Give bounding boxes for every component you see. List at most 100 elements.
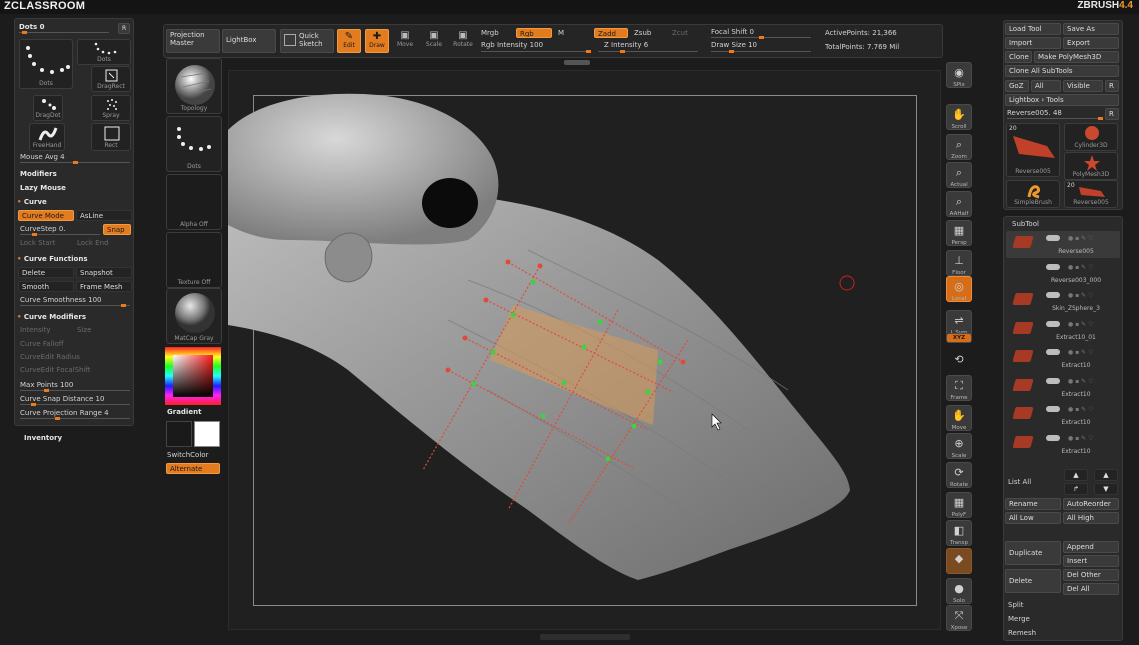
curve-smoothness-label[interactable]: Curve Smoothness 100 bbox=[20, 296, 102, 304]
curve-mode-button[interactable]: Curve Mode bbox=[18, 210, 74, 221]
mrgb-button[interactable]: Mrgb bbox=[481, 29, 499, 37]
stroke-spray[interactable]: Spray bbox=[91, 95, 131, 121]
bottom-handle[interactable] bbox=[540, 634, 630, 640]
view-tool-rotate-axis[interactable]: ⟲ bbox=[946, 350, 972, 366]
current-tool-slider[interactable] bbox=[1007, 117, 1104, 120]
view-tool-floor[interactable]: ⊥ Floor bbox=[946, 250, 972, 276]
view-tool-solo[interactable]: ● Solo bbox=[946, 578, 972, 604]
zcut-button[interactable]: Zcut bbox=[672, 29, 688, 37]
switchcolor-button[interactable]: SwitchColor bbox=[167, 451, 208, 459]
lock-end-button[interactable]: Lock End bbox=[77, 239, 109, 247]
view-tool-scale[interactable]: ⊕ Scale bbox=[946, 433, 972, 459]
tool-thumb-simplebrush[interactable]: SimpleBrush bbox=[1006, 180, 1060, 208]
rgb-button[interactable]: Rgb bbox=[516, 28, 552, 38]
lock-start-button[interactable]: Lock Start bbox=[20, 239, 55, 247]
view-tool-actual[interactable]: ⌕ Actual bbox=[946, 162, 972, 188]
curve-delete-button[interactable]: Delete bbox=[18, 267, 74, 278]
make-polymesh-button[interactable]: Make PolyMesh3D bbox=[1034, 51, 1119, 63]
view-tool-move[interactable]: ✋ Move bbox=[946, 405, 972, 431]
view-tool-spix[interactable]: ◉ SPix bbox=[946, 62, 972, 88]
split-section[interactable]: Split bbox=[1008, 601, 1024, 609]
dots-slider[interactable] bbox=[19, 31, 109, 34]
modifiers-section[interactable]: Modifiers bbox=[20, 170, 57, 178]
sculpt-viewport[interactable] bbox=[228, 70, 941, 630]
view-tool-scroll[interactable]: ✋ Scroll bbox=[946, 104, 972, 130]
lightbox-tools-button[interactable]: Lightbox › Tools bbox=[1005, 94, 1119, 106]
view-tool-persp[interactable]: ▦ Persp bbox=[946, 220, 972, 246]
draw-button[interactable]: ✚ Draw bbox=[365, 29, 389, 53]
rgb-intensity-slider[interactable] bbox=[481, 50, 591, 53]
merge-section[interactable]: Merge bbox=[1008, 615, 1030, 623]
subtool-row[interactable]: ● ▪ ✎ ♡ Extract10 bbox=[1006, 374, 1120, 401]
tool-thumb-polymesh3d[interactable]: PolyMesh3D bbox=[1064, 152, 1118, 180]
max-points-slider[interactable] bbox=[20, 389, 130, 392]
remesh-section[interactable]: Remesh bbox=[1008, 629, 1036, 637]
subtool-row[interactable]: ● ▪ ✎ ♡ Extract10_01 bbox=[1006, 317, 1120, 344]
subtool-delete-button[interactable]: Delete bbox=[1005, 569, 1061, 593]
curveedit-focalshift-label[interactable]: CurveEdit FocalShift bbox=[20, 366, 91, 374]
top-handle[interactable] bbox=[564, 60, 590, 65]
autoreorder-button[interactable]: AutoReorder bbox=[1063, 498, 1119, 510]
goz-button[interactable]: GoZ bbox=[1005, 80, 1029, 92]
tool-thumb-cylinder3d[interactable]: Cylinder3D bbox=[1064, 123, 1118, 151]
tool-r-button[interactable]: R bbox=[1105, 108, 1119, 120]
stroke-dots-arc[interactable]: Dots bbox=[77, 39, 131, 65]
projection-master-button[interactable]: Projection Master bbox=[166, 29, 220, 53]
arrow-up-2-icon[interactable]: ▲ bbox=[1094, 469, 1118, 481]
curve-section[interactable]: • Curve bbox=[17, 198, 47, 206]
goz-all-button[interactable]: All bbox=[1031, 80, 1061, 92]
clone-all-subtools-button[interactable]: Clone All SubTools bbox=[1005, 65, 1119, 77]
main-color-swatch[interactable] bbox=[166, 421, 192, 447]
stroke-thumbnail[interactable]: Dots bbox=[166, 116, 222, 172]
rename-button[interactable]: Rename bbox=[1005, 498, 1061, 510]
edit-button[interactable]: ✎ Edit bbox=[337, 29, 361, 53]
arrow-down-icon[interactable]: ▼ bbox=[1094, 483, 1118, 495]
focal-shift-label[interactable]: Focal Shift 0 bbox=[711, 28, 754, 36]
save-as-button[interactable]: Save As bbox=[1063, 23, 1119, 35]
curve-snap-distance-slider[interactable] bbox=[20, 403, 130, 406]
curvestep-slider[interactable] bbox=[20, 233, 100, 236]
subtool-toggles[interactable]: ● ▪ ✎ ♡ bbox=[1046, 434, 1118, 443]
curve-functions-section[interactable]: • Curve Functions bbox=[17, 255, 88, 263]
subtool-row[interactable]: ● ▪ ✎ ♡ Extract10 bbox=[1006, 345, 1120, 372]
gradient-label[interactable]: Gradient bbox=[167, 408, 201, 416]
stroke-dragdot[interactable]: DragDot bbox=[33, 95, 63, 121]
dots-r-button[interactable]: R bbox=[118, 23, 130, 34]
color-picker[interactable] bbox=[165, 347, 221, 405]
subtool-toggles[interactable]: ● ▪ ✎ ♡ bbox=[1046, 263, 1118, 272]
tool-thumb-reverse005-b[interactable]: 20 Reverse005 bbox=[1064, 180, 1118, 208]
view-tool-xyz[interactable]: XYZ bbox=[946, 333, 972, 343]
frame-mesh-button[interactable]: Frame Mesh bbox=[76, 281, 132, 292]
material-thumbnail[interactable]: MatCap Gray bbox=[166, 288, 222, 344]
subtool-row[interactable]: ● ▪ ✎ ♡ Skin_ZSphere_3 bbox=[1006, 288, 1120, 315]
all-low-button[interactable]: All Low bbox=[1005, 512, 1061, 524]
del-other-button[interactable]: Del Other bbox=[1063, 569, 1119, 581]
view-tool-transp[interactable]: ◧ Transp bbox=[946, 520, 972, 546]
rgb-intensity-label[interactable]: Rgb Intensity 100 bbox=[481, 41, 543, 49]
subtool-row[interactable]: ● ▪ ✎ ♡ Extract10 bbox=[1006, 402, 1120, 429]
subtool-toggles[interactable]: ● ▪ ✎ ♡ bbox=[1046, 406, 1118, 414]
subtool-title[interactable]: SubTool bbox=[1012, 220, 1039, 228]
curve-falloff-label[interactable]: Curve Falloff bbox=[20, 340, 64, 348]
asline-button[interactable]: AsLine bbox=[76, 210, 132, 221]
subtool-row[interactable]: ● ▪ ✎ ♡ Reverse005 bbox=[1006, 231, 1120, 258]
inventory-label[interactable]: Inventory bbox=[24, 434, 62, 442]
texture-thumbnail[interactable]: Texture Off bbox=[166, 232, 222, 288]
lightbox-button[interactable]: LightBox bbox=[222, 29, 276, 53]
load-tool-button[interactable]: Load Tool bbox=[1005, 23, 1061, 35]
z-intensity-label[interactable]: Z Intensity 6 bbox=[604, 41, 648, 49]
insert-button[interactable]: Insert bbox=[1063, 555, 1119, 567]
subtool-row[interactable]: ● ▪ ✎ ♡ Reverse003_000 bbox=[1006, 260, 1120, 287]
subtool-toggles[interactable]: ● ▪ ✎ ♡ bbox=[1046, 320, 1118, 329]
all-high-button[interactable]: All High bbox=[1063, 512, 1119, 524]
stroke-dots[interactable]: Dots bbox=[19, 39, 73, 89]
view-tool-rotate[interactable]: ⟳ Rotate bbox=[946, 462, 972, 488]
subtool-toggles[interactable]: ● ▪ ✎ ♡ bbox=[1046, 349, 1118, 357]
subtool-row[interactable]: ● ▪ ✎ ♡ Extract10 bbox=[1006, 431, 1120, 458]
snapshot-button[interactable]: Snapshot bbox=[76, 267, 132, 278]
alternate-button[interactable]: Alternate bbox=[166, 463, 220, 474]
intensity-label[interactable]: Intensity bbox=[20, 326, 50, 334]
import-button[interactable]: Import bbox=[1005, 37, 1061, 49]
arrow-up-icon[interactable]: ▲ bbox=[1064, 469, 1088, 481]
alpha-thumbnail[interactable]: Alpha Off bbox=[166, 174, 222, 230]
